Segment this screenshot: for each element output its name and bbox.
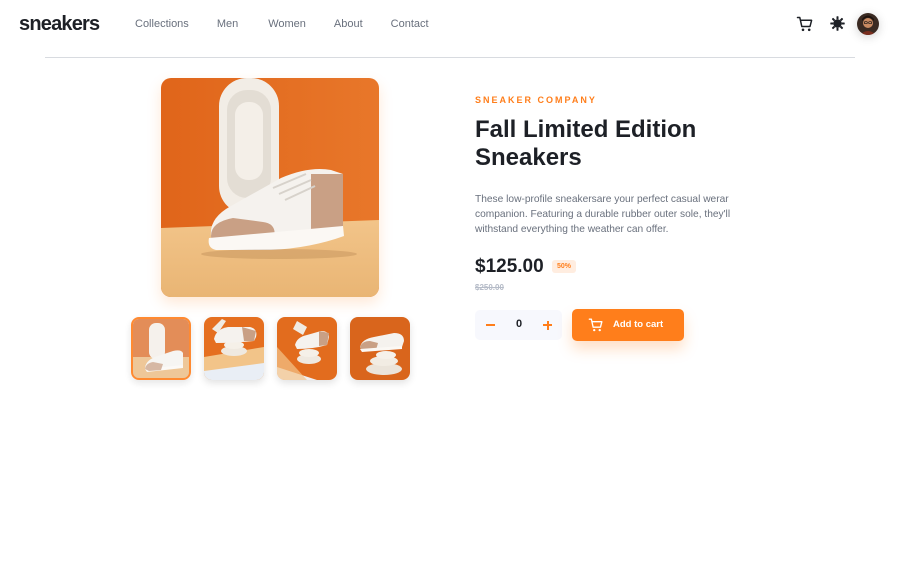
nav-women[interactable]: Women	[268, 17, 306, 31]
quantity-value: 0	[515, 318, 523, 330]
product-title: Fall Limited Edition Sneakers	[475, 116, 697, 171]
quantity-stepper: 0	[475, 310, 562, 340]
add-to-cart-button[interactable]: Add to cart	[572, 309, 684, 341]
sun-gear-icon[interactable]	[830, 16, 845, 31]
cart-icon[interactable]	[796, 15, 814, 33]
original-price: $250.00	[475, 283, 504, 292]
nav-collections[interactable]: Collections	[135, 17, 189, 31]
discount-badge: 50%	[552, 260, 577, 273]
minus-icon[interactable]	[485, 318, 497, 332]
add-to-cart-label: Add to cart	[613, 319, 664, 330]
thumbnail-4[interactable]	[350, 317, 410, 380]
product-main-image[interactable]	[161, 78, 379, 297]
nav-contact[interactable]: Contact	[391, 17, 429, 31]
current-price: $125.00	[475, 256, 544, 277]
plus-icon[interactable]	[542, 318, 554, 332]
product-description: These low-profile sneakersare your perfe…	[475, 194, 731, 235]
company-label: SNEAKER COMPANY	[475, 95, 597, 105]
header: sneakers Collections Men Women About Con…	[0, 0, 900, 58]
avatar[interactable]	[857, 13, 879, 35]
thumbnail-2[interactable]	[204, 317, 264, 380]
header-divider	[45, 57, 855, 58]
nav-about[interactable]: About	[334, 17, 363, 31]
nav-men[interactable]: Men	[217, 17, 238, 31]
thumbnail-strip	[131, 317, 423, 380]
thumbnail-3[interactable]	[277, 317, 337, 380]
logo[interactable]: sneakers	[19, 10, 100, 38]
main-nav: Collections Men Women About Contact	[135, 17, 457, 31]
cart-icon	[588, 317, 604, 333]
thumbnail-1[interactable]	[131, 317, 191, 380]
